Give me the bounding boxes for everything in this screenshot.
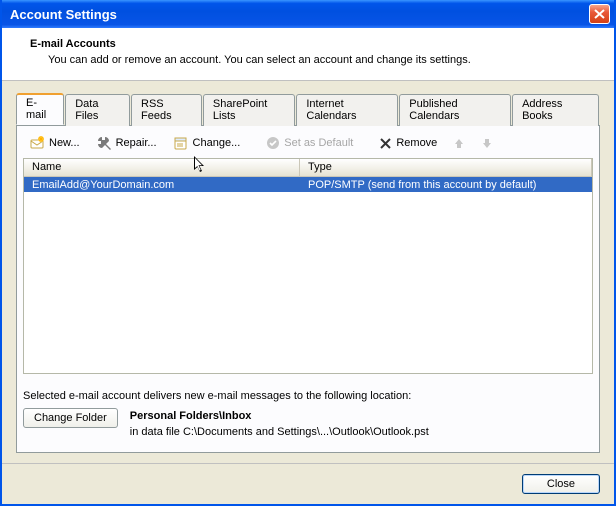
delivery-text: Selected e-mail account delivers new e-m…: [23, 390, 593, 402]
arrow-down-icon: [481, 137, 493, 149]
close-button[interactable]: Close: [522, 474, 600, 494]
header-panel: E-mail Accounts You can add or remove an…: [2, 28, 614, 81]
set-default-button: Set as Default: [262, 135, 357, 151]
new-button[interactable]: New...: [25, 134, 84, 152]
body-panel: E-mail Data Files RSS Feeds SharePoint L…: [2, 81, 614, 463]
repair-button[interactable]: Repair...: [92, 134, 161, 152]
change-icon: [173, 135, 189, 151]
button-label: Repair...: [116, 137, 157, 149]
titlebar: Account Settings: [2, 0, 614, 28]
button-label: Remove: [396, 137, 437, 149]
delivery-folder-name: Personal Folders\Inbox: [130, 410, 429, 422]
tab-data-files[interactable]: Data Files: [65, 94, 130, 126]
tab-label: Published Calendars: [409, 98, 459, 122]
header-description: You can add or remove an account. You ca…: [48, 54, 594, 66]
delivery-folder-path: in data file C:\Documents and Settings\.…: [130, 426, 429, 438]
toolbar: New... Repair... Change...: [23, 132, 593, 158]
tab-label: SharePoint Lists: [213, 98, 267, 122]
remove-icon: [379, 137, 392, 150]
move-down-button: [477, 136, 497, 150]
tab-email[interactable]: E-mail: [16, 93, 64, 125]
window-title: Account Settings: [10, 7, 117, 22]
close-icon: [594, 9, 605, 19]
tab-label: Data Files: [75, 98, 98, 122]
header-title: E-mail Accounts: [30, 38, 594, 50]
tab-strip: E-mail Data Files RSS Feeds SharePoint L…: [16, 93, 600, 125]
change-folder-button[interactable]: Change Folder: [23, 408, 118, 428]
column-header-name[interactable]: Name: [24, 159, 300, 176]
remove-button[interactable]: Remove: [375, 136, 441, 151]
arrow-up-icon: [453, 137, 465, 149]
tab-label: RSS Feeds: [141, 98, 172, 122]
tab-label: Internet Calendars: [306, 98, 356, 122]
button-label: Change Folder: [34, 412, 107, 424]
list-header: Name Type: [24, 159, 592, 177]
button-label: Set as Default: [284, 137, 353, 149]
delivery-row: Change Folder Personal Folders\Inbox in …: [23, 408, 593, 438]
list-empty-area: [24, 192, 592, 373]
button-label: Close: [547, 478, 575, 490]
button-label: Change...: [193, 137, 241, 149]
tab-published-calendars[interactable]: Published Calendars: [399, 94, 511, 126]
account-list: Name Type EmailAdd@YourDomain.com POP/SM…: [23, 158, 593, 374]
tab-sharepoint-lists[interactable]: SharePoint Lists: [203, 94, 295, 126]
delivery-info: Personal Folders\Inbox in data file C:\D…: [130, 408, 429, 438]
window-close-button[interactable]: [589, 4, 610, 24]
tab-internet-calendars[interactable]: Internet Calendars: [296, 94, 398, 126]
new-icon: [29, 135, 45, 151]
cell-name: EmailAdd@YourDomain.com: [24, 179, 300, 191]
account-settings-window: Account Settings E-mail Accounts You can…: [0, 0, 616, 506]
tab-rss-feeds[interactable]: RSS Feeds: [131, 94, 202, 126]
repair-icon: [96, 135, 112, 151]
footer: Close: [2, 463, 614, 504]
tab-address-books[interactable]: Address Books: [512, 94, 599, 126]
list-row[interactable]: EmailAdd@YourDomain.com POP/SMTP (send f…: [24, 177, 592, 192]
move-up-button: [449, 136, 469, 150]
tab-label: Address Books: [522, 98, 562, 122]
tab-content: New... Repair... Change...: [16, 125, 600, 453]
button-label: New...: [49, 137, 80, 149]
cell-type: POP/SMTP (send from this account by defa…: [300, 179, 592, 191]
tab-label: E-mail: [26, 97, 46, 121]
change-button[interactable]: Change...: [169, 134, 245, 152]
check-circle-icon: [266, 136, 280, 150]
column-header-type[interactable]: Type: [300, 159, 592, 176]
